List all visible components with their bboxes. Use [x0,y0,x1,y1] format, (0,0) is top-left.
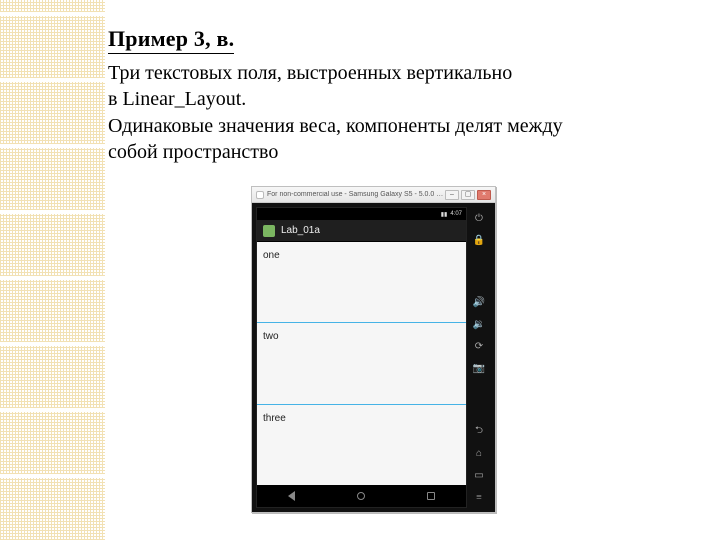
text-field-one[interactable]: one [257,242,466,323]
nav-back-icon[interactable] [288,491,295,501]
rail-recent-icon[interactable]: ▭ [472,468,486,482]
volume-up-icon[interactable]: 🔊 [472,296,486,310]
text-field-three[interactable]: three [257,405,466,485]
window-titlebar[interactable]: For non-commercial use - Samsung Galaxy … [252,187,495,203]
window-controls: – ▢ × [445,190,491,200]
minimize-button[interactable]: – [445,190,459,200]
status-time: 4:07 [450,211,462,217]
app-action-bar: Lab_01a [257,220,466,242]
rail-home-icon[interactable]: ⌂ [472,446,486,460]
android-status-bar: ▮▮ 4:07 [257,208,466,220]
phone-screen: ▮▮ 4:07 Lab_01a one two three [256,207,467,508]
maximize-button[interactable]: ▢ [461,190,475,200]
field-label: two [263,331,279,342]
close-button[interactable]: × [477,190,491,200]
slide-title: Пример 3, в. [108,26,680,54]
desc-line: Одинаковые значения веса, компоненты дел… [108,115,563,137]
app-title: Lab_01a [281,225,320,236]
window-title-text: For non-commercial use - Samsung Galaxy … [267,191,445,198]
linear-layout-container: one two three [257,242,466,485]
volume-down-icon[interactable]: 🔉 [472,318,486,332]
rail-back-icon[interactable]: ⮌ [472,424,486,438]
desc-line: собой пространство [108,141,278,163]
camera-icon[interactable]: 📷 [472,362,486,376]
android-nav-bar [257,485,466,507]
text-field-two[interactable]: two [257,323,466,404]
desc-line: Три текстовых поля, выстроенных вертикал… [108,62,512,84]
slide-description: Три текстовых поля, выстроенных вертикал… [108,60,680,166]
window-icon [256,191,264,199]
emulator-window: For non-commercial use - Samsung Galaxy … [251,186,496,513]
desc-line: в Linear_Layout. [108,88,246,110]
nav-recent-icon[interactable] [427,492,435,500]
power-icon[interactable]: ⏻ [472,211,486,225]
field-label: three [263,413,286,424]
rail-menu-icon[interactable]: ≡ [472,490,486,504]
emulator-side-toolbar: ⏻ 🔒 🔊 🔉 ⟳ 📷 ⮌ ⌂ ▭ ≡ [467,207,491,508]
signal-icon: ▮▮ [441,211,448,218]
nav-home-icon[interactable] [357,492,365,500]
field-label: one [263,250,280,261]
app-icon [263,225,275,237]
rotate-icon[interactable]: ⟳ [472,340,486,354]
lock-icon[interactable]: 🔒 [472,233,486,247]
